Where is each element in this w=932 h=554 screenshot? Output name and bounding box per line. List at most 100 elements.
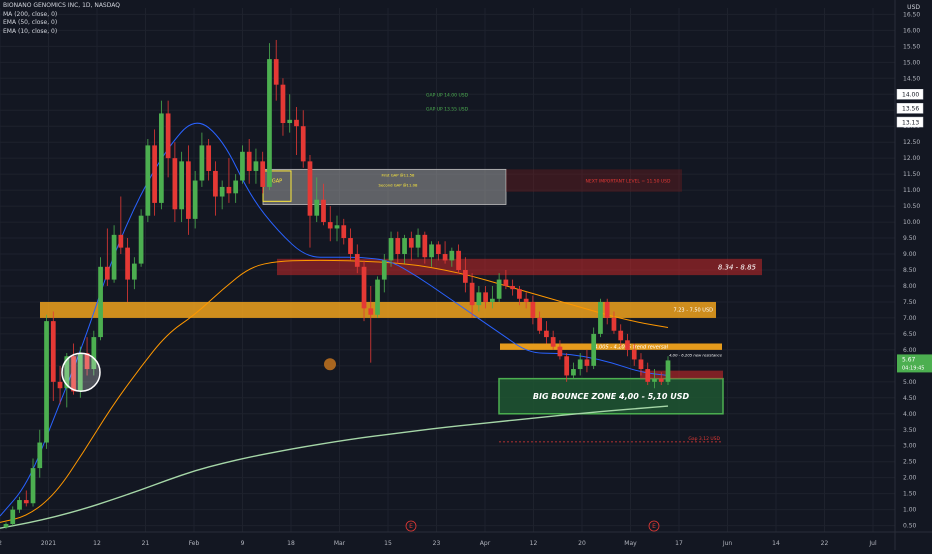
- candle-down: [537, 317, 543, 331]
- annotation-label: First GAP @11.58: [382, 173, 415, 178]
- y-tick-label: 1.50: [903, 491, 917, 498]
- candle-down: [57, 381, 63, 389]
- candle-up: [449, 250, 455, 261]
- y-tick-label: 1.00: [903, 507, 917, 514]
- candle-down: [469, 282, 475, 306]
- candle-down: [125, 247, 130, 280]
- candle-up: [138, 215, 144, 264]
- x-tick-label: 18: [287, 540, 295, 547]
- x-tick-label: 20: [578, 540, 586, 547]
- candle-down: [544, 330, 549, 338]
- candle-down: [213, 170, 218, 197]
- y-tick-label: 5.00: [903, 379, 917, 386]
- candle-down: [625, 340, 630, 350]
- countdown-label: 04:19:45: [902, 365, 924, 371]
- candle-down: [503, 279, 509, 286]
- candle-up: [37, 442, 43, 469]
- y-tick-label: 7.50: [903, 299, 917, 306]
- candle-down: [206, 145, 212, 171]
- price-chart[interactable]: 16.5016.0015.5015.0014.5014.0013.5013.00…: [0, 0, 932, 550]
- price-tag-label: 14.00: [902, 91, 919, 98]
- legend-title: BIONANO GENOMICS INC, 1D, NASDAQ: [3, 2, 120, 9]
- candle-up: [287, 119, 293, 124]
- y-tick-label: 9.50: [903, 235, 917, 242]
- candle-up: [131, 263, 137, 280]
- current-price-label: 5.67: [902, 356, 916, 363]
- candle-down: [564, 356, 570, 376]
- candle-down: [456, 250, 461, 270]
- candle-down: [104, 266, 110, 280]
- candle-up: [17, 500, 22, 510]
- candle-down: [638, 359, 644, 370]
- x-tick-label: 12: [93, 540, 101, 547]
- candle-down: [408, 238, 414, 248]
- y-tick-label: 16.50: [903, 11, 920, 18]
- y-tick-label: 12.00: [903, 155, 920, 162]
- candle-up: [571, 369, 576, 376]
- y-tick-label: 4.00: [903, 411, 917, 418]
- candle-down: [226, 186, 232, 194]
- candle-up: [192, 180, 198, 219]
- candle-up: [199, 145, 205, 181]
- annotation-label: GAP: [272, 179, 282, 185]
- candle-down: [273, 59, 279, 85]
- earnings-label: E: [409, 523, 413, 530]
- y-tick-label: 7.00: [903, 315, 917, 322]
- candle-down: [172, 158, 178, 210]
- candle-up: [402, 238, 407, 255]
- x-tick-label: Feb: [189, 540, 200, 547]
- y-tick-label: 16.00: [903, 27, 920, 34]
- candle-down: [645, 369, 651, 382]
- candle-up: [490, 298, 495, 302]
- candle-down: [348, 238, 353, 255]
- candle-down: [368, 308, 374, 315]
- candle-down: [395, 238, 401, 255]
- candle-down: [462, 270, 468, 283]
- x-tick-label: 12: [530, 540, 538, 547]
- x-tick-label: 23: [433, 540, 441, 547]
- candle-up: [375, 279, 380, 315]
- candle-up: [388, 238, 394, 261]
- x-tick-label: 15: [384, 540, 392, 547]
- x-tick-label: Jul: [868, 540, 877, 547]
- y-tick-label: 10.00: [903, 219, 920, 226]
- candle-up: [44, 321, 49, 443]
- y-tick-label: 2.00: [903, 475, 917, 482]
- candle-down: [530, 301, 536, 318]
- candle-up: [415, 234, 421, 248]
- candle-down: [327, 222, 333, 229]
- candle-up: [652, 378, 657, 382]
- candle-up: [314, 199, 320, 216]
- legend-ema50: EMA (50, close, 0): [3, 19, 58, 26]
- annotation-label: 4,00 - 6.205 new resistance: [669, 353, 723, 358]
- x-tick-label: 9: [241, 540, 245, 547]
- annotation-label: GAP UP 13.55 USD: [426, 107, 469, 113]
- x-tick-label: Jun: [722, 540, 733, 547]
- y-tick-label: 15.00: [903, 59, 920, 66]
- legend-ma200: MA (200, close, 0): [3, 10, 58, 18]
- candle-up: [267, 59, 272, 187]
- earnings-label: E: [652, 523, 656, 530]
- zone-label: 7.23 - 7.50 USD: [673, 308, 713, 314]
- x-tick-label: 14: [772, 540, 780, 547]
- candle-down: [618, 330, 624, 341]
- candle-up: [476, 292, 482, 306]
- y-tick-label: 3.00: [903, 443, 917, 450]
- candle-up: [381, 260, 387, 280]
- candle-down: [165, 113, 171, 159]
- candle-up: [111, 234, 117, 280]
- annotation-label: Gap 3,12 USD: [688, 436, 720, 442]
- candle-down: [611, 317, 617, 331]
- x-tick-label: 17: [675, 540, 683, 547]
- candle-down: [604, 301, 610, 318]
- zone-label: 4.005 - 4.2005 trend reversal: [594, 344, 668, 350]
- candle-up: [98, 266, 103, 338]
- x-tick-label: Mar: [334, 540, 346, 547]
- marker-dot: [324, 358, 336, 371]
- candle-down: [321, 199, 326, 223]
- candle-down: [584, 359, 590, 366]
- chart[interactable]: 16.5016.0015.5015.0014.5014.0013.5013.00…: [0, 0, 932, 550]
- candle-down: [517, 289, 522, 299]
- candle-down: [557, 346, 563, 357]
- candle-down: [483, 292, 488, 302]
